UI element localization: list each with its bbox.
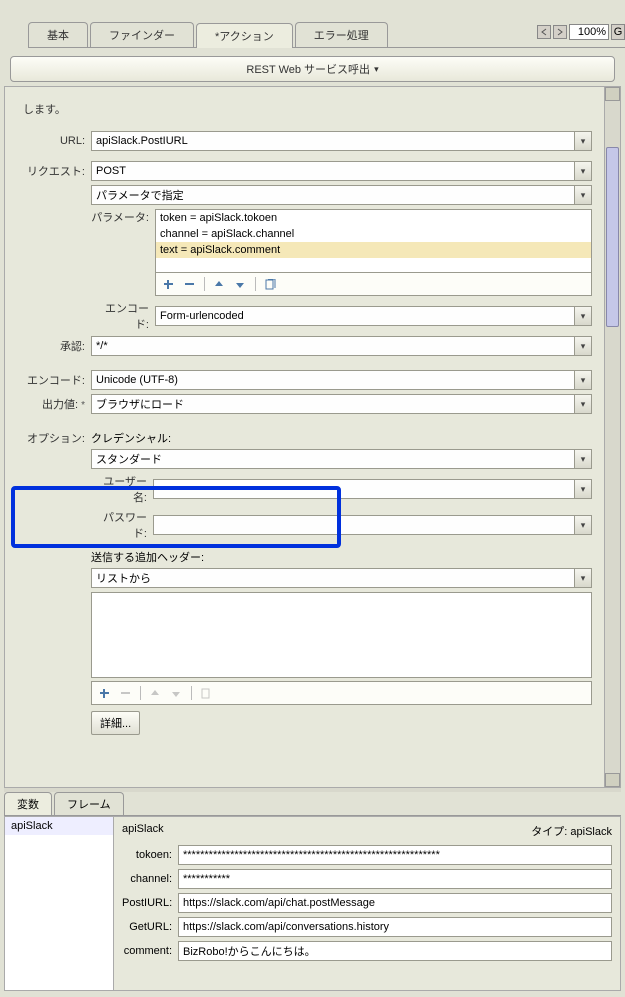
variable-type: タイプ: apiSlack — [531, 823, 612, 839]
output-select[interactable] — [91, 394, 574, 414]
accept-input[interactable] — [91, 336, 574, 356]
password-dropdown-button[interactable] — [574, 515, 592, 535]
move-down-icon[interactable] — [170, 687, 183, 700]
zoom-prev-button[interactable] — [537, 25, 551, 39]
username-dropdown-button[interactable] — [574, 479, 592, 499]
vd-comment-input[interactable] — [178, 941, 612, 961]
request-method-dropdown-button[interactable] — [574, 161, 592, 181]
parameter-toolbar — [155, 273, 592, 296]
request-label: リクエスト: — [13, 163, 91, 179]
credential-label: クレデンシャル: — [91, 430, 596, 446]
encode2-dropdown-button[interactable] — [574, 370, 592, 390]
vd-postiurl-input[interactable] — [178, 893, 612, 913]
chevron-down-icon: ▾ — [374, 64, 379, 75]
remove-icon[interactable] — [119, 687, 132, 700]
zoom-field[interactable] — [569, 24, 609, 40]
list-item[interactable]: apiSlack — [5, 817, 113, 835]
vd-channel-input[interactable] — [178, 869, 612, 889]
tab-frames[interactable]: フレーム — [54, 792, 124, 815]
param-spec-dropdown-button[interactable] — [574, 185, 592, 205]
action-type-label: REST Web サービス呼出 — [246, 61, 370, 77]
output-label: 出力値: * — [13, 396, 91, 412]
details-button[interactable]: 詳細... — [91, 711, 140, 735]
copy-icon[interactable] — [264, 278, 277, 291]
headers-source-dropdown-button[interactable] — [574, 568, 592, 588]
variable-detail-panel: apiSlack タイプ: apiSlack tokoen: channel: … — [114, 816, 621, 991]
add-icon[interactable] — [98, 687, 111, 700]
vd-geturl-label: GetURL: — [122, 921, 178, 933]
variable-name: apiSlack — [122, 823, 164, 839]
form-panel: します。 URL: リクエスト: パラメ — [4, 86, 605, 788]
list-item[interactable]: token = apiSlack.tokoen — [156, 210, 591, 226]
accept-dropdown-button[interactable] — [574, 336, 592, 356]
remove-icon[interactable] — [183, 278, 196, 291]
accept-label: 承認: — [13, 338, 91, 354]
parameter-label: パラメータ: — [91, 209, 155, 225]
url-input[interactable] — [91, 131, 574, 151]
username-input[interactable] — [153, 479, 574, 499]
url-dropdown-button[interactable] — [574, 131, 592, 151]
encode-dropdown-button[interactable] — [574, 306, 592, 326]
encode2-label: エンコード: — [13, 372, 91, 388]
copy-icon[interactable] — [200, 687, 213, 700]
vd-comment-label: comment: — [122, 945, 178, 957]
zoom-next-button[interactable] — [553, 25, 567, 39]
action-type-dropdown[interactable]: REST Web サービス呼出 ▾ — [10, 56, 615, 82]
encode-select[interactable] — [155, 306, 574, 326]
vertical-scrollbar[interactable] — [605, 86, 621, 788]
bottom-tab-bar: 変数 フレーム — [4, 792, 621, 816]
move-up-icon[interactable] — [213, 278, 226, 291]
credential-select[interactable] — [91, 449, 574, 469]
top-tab-bar: 基本 ファインダー *アクション エラー処理 — [28, 22, 625, 48]
url-label: URL: — [13, 135, 91, 147]
leading-text: します。 — [23, 101, 596, 117]
tab-finder[interactable]: ファインダー — [90, 22, 194, 47]
list-item[interactable]: channel = apiSlack.channel — [156, 226, 591, 242]
headers-textarea[interactable] — [91, 592, 592, 678]
password-label: パスワード: — [91, 509, 153, 541]
vd-geturl-input[interactable] — [178, 917, 612, 937]
vd-channel-label: channel: — [122, 873, 178, 885]
vd-postiurl-label: PostIURL: — [122, 897, 178, 909]
parameter-list[interactable]: token = apiSlack.tokoen channel = apiSla… — [155, 209, 592, 273]
tab-basic[interactable]: 基本 — [28, 22, 88, 47]
tab-error[interactable]: エラー処理 — [295, 22, 388, 47]
tab-variables[interactable]: 変数 — [4, 792, 52, 815]
vd-tokoen-label: tokoen: — [122, 849, 178, 861]
additional-headers-label: 送信する追加ヘッダー: — [91, 549, 596, 565]
variable-list[interactable]: apiSlack — [4, 816, 114, 991]
password-input[interactable] — [153, 515, 574, 535]
move-up-icon[interactable] — [149, 687, 162, 700]
encode2-select[interactable] — [91, 370, 574, 390]
param-spec-select[interactable] — [91, 185, 574, 205]
output-dropdown-button[interactable] — [574, 394, 592, 414]
headers-toolbar — [91, 681, 592, 705]
tab-action[interactable]: *アクション — [196, 23, 293, 48]
options-label: オプション: — [13, 430, 91, 446]
credential-dropdown-button[interactable] — [574, 449, 592, 469]
add-icon[interactable] — [162, 278, 175, 291]
username-label: ユーザー名: — [91, 473, 153, 505]
zoom-graphics-button[interactable]: G — [611, 24, 625, 40]
move-down-icon[interactable] — [234, 278, 247, 291]
list-item[interactable]: text = apiSlack.comment — [156, 242, 591, 258]
request-method-select[interactable] — [91, 161, 574, 181]
vd-tokoen-input[interactable] — [178, 845, 612, 865]
encode-label: エンコード: — [91, 300, 155, 332]
headers-source-select[interactable] — [91, 568, 574, 588]
